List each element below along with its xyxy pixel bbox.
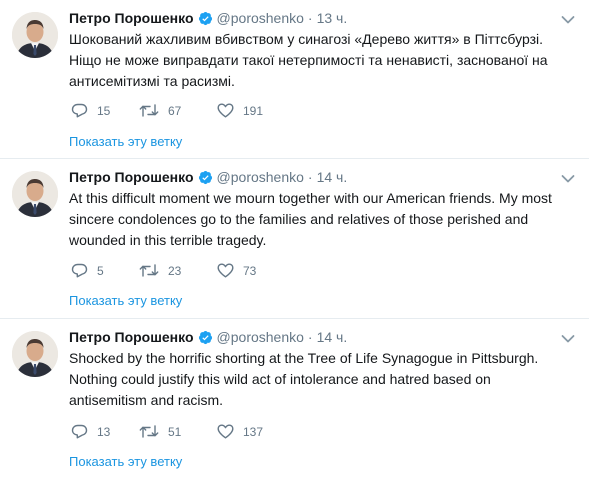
retweet-button[interactable]: 23 <box>139 263 217 278</box>
reply-count: 5 <box>97 263 104 278</box>
like-count: 73 <box>243 263 257 278</box>
author-handle[interactable]: @poroshenko <box>217 9 304 27</box>
tweet-header: Петро Порошенко @poroshenko · 14 ч. <box>69 168 347 186</box>
reply-button[interactable]: 5 <box>71 263 139 278</box>
tweet[interactable]: Петро Порошенко @poroshenko · 13 ч. Шоко… <box>0 0 589 159</box>
avatar[interactable] <box>12 171 58 217</box>
author-name[interactable]: Петро Порошенко <box>69 328 194 346</box>
retweet-icon <box>139 263 159 278</box>
verified-badge-icon <box>198 11 213 26</box>
show-thread-link[interactable]: Показать эту ветку <box>69 454 182 469</box>
like-button[interactable]: 73 <box>217 263 256 278</box>
author-name[interactable]: Петро Порошенко <box>69 9 194 27</box>
separator-dot: · <box>307 329 313 345</box>
heart-icon <box>217 263 234 278</box>
retweet-icon <box>139 103 159 118</box>
author-handle[interactable]: @poroshenko <box>217 168 304 186</box>
chevron-down-icon[interactable] <box>561 331 575 343</box>
separator-dot: · <box>307 169 313 185</box>
reply-button[interactable]: 15 <box>71 103 139 118</box>
retweet-icon <box>139 424 159 439</box>
retweet-count: 23 <box>168 263 182 278</box>
tweet-text: Шокований жахливим вбивством у синагозі … <box>69 31 548 89</box>
tweet-text: At this difficult moment we mourn togeth… <box>69 190 552 248</box>
like-button[interactable]: 137 <box>217 424 263 439</box>
tweet-actions: 13 51 137 <box>71 424 263 439</box>
like-count: 137 <box>243 424 264 439</box>
timestamp[interactable]: 14 ч. <box>317 328 348 346</box>
reply-count: 13 <box>97 424 111 439</box>
author-handle[interactable]: @poroshenko <box>217 328 304 346</box>
timestamp[interactable]: 14 ч. <box>317 168 348 186</box>
tweet-text: Shocked by the horrific shorting at the … <box>69 350 539 408</box>
chevron-down-icon[interactable] <box>561 12 575 24</box>
tweet-actions: 15 67 191 <box>71 103 263 118</box>
retweet-count: 51 <box>168 424 182 439</box>
reply-button[interactable]: 13 <box>71 424 139 439</box>
tweet-header: Петро Порошенко @poroshenko · 14 ч. <box>69 328 347 346</box>
retweet-button[interactable]: 67 <box>139 103 217 118</box>
avatar[interactable] <box>12 12 58 58</box>
tweet[interactable]: Петро Порошенко @poroshenko · 14 ч. At t… <box>0 159 589 319</box>
avatar[interactable] <box>12 331 58 377</box>
retweet-count: 67 <box>168 103 182 118</box>
tweet-header: Петро Порошенко @poroshenko · 13 ч. <box>69 9 347 27</box>
tweet-actions: 5 23 73 <box>71 263 256 278</box>
verified-badge-icon <box>198 330 213 345</box>
like-count: 191 <box>243 103 264 118</box>
reply-icon <box>71 424 88 439</box>
reply-icon <box>71 263 88 278</box>
reply-icon <box>71 103 88 118</box>
timestamp[interactable]: 13 ч. <box>317 9 348 27</box>
like-button[interactable]: 191 <box>217 103 263 118</box>
show-thread-link[interactable]: Показать эту ветку <box>69 134 182 149</box>
tweet-feed: Петро Порошенко @poroshenko · 13 ч. Шоко… <box>0 0 589 480</box>
heart-icon <box>217 103 234 118</box>
heart-icon <box>217 424 234 439</box>
author-name[interactable]: Петро Порошенко <box>69 168 194 186</box>
reply-count: 15 <box>97 103 111 118</box>
retweet-button[interactable]: 51 <box>139 424 217 439</box>
tweet[interactable]: Петро Порошенко @poroshenko · 14 ч. Shoc… <box>0 319 589 480</box>
verified-badge-icon <box>198 170 213 185</box>
separator-dot: · <box>307 10 313 26</box>
show-thread-link[interactable]: Показать эту ветку <box>69 293 182 308</box>
chevron-down-icon[interactable] <box>561 171 575 183</box>
